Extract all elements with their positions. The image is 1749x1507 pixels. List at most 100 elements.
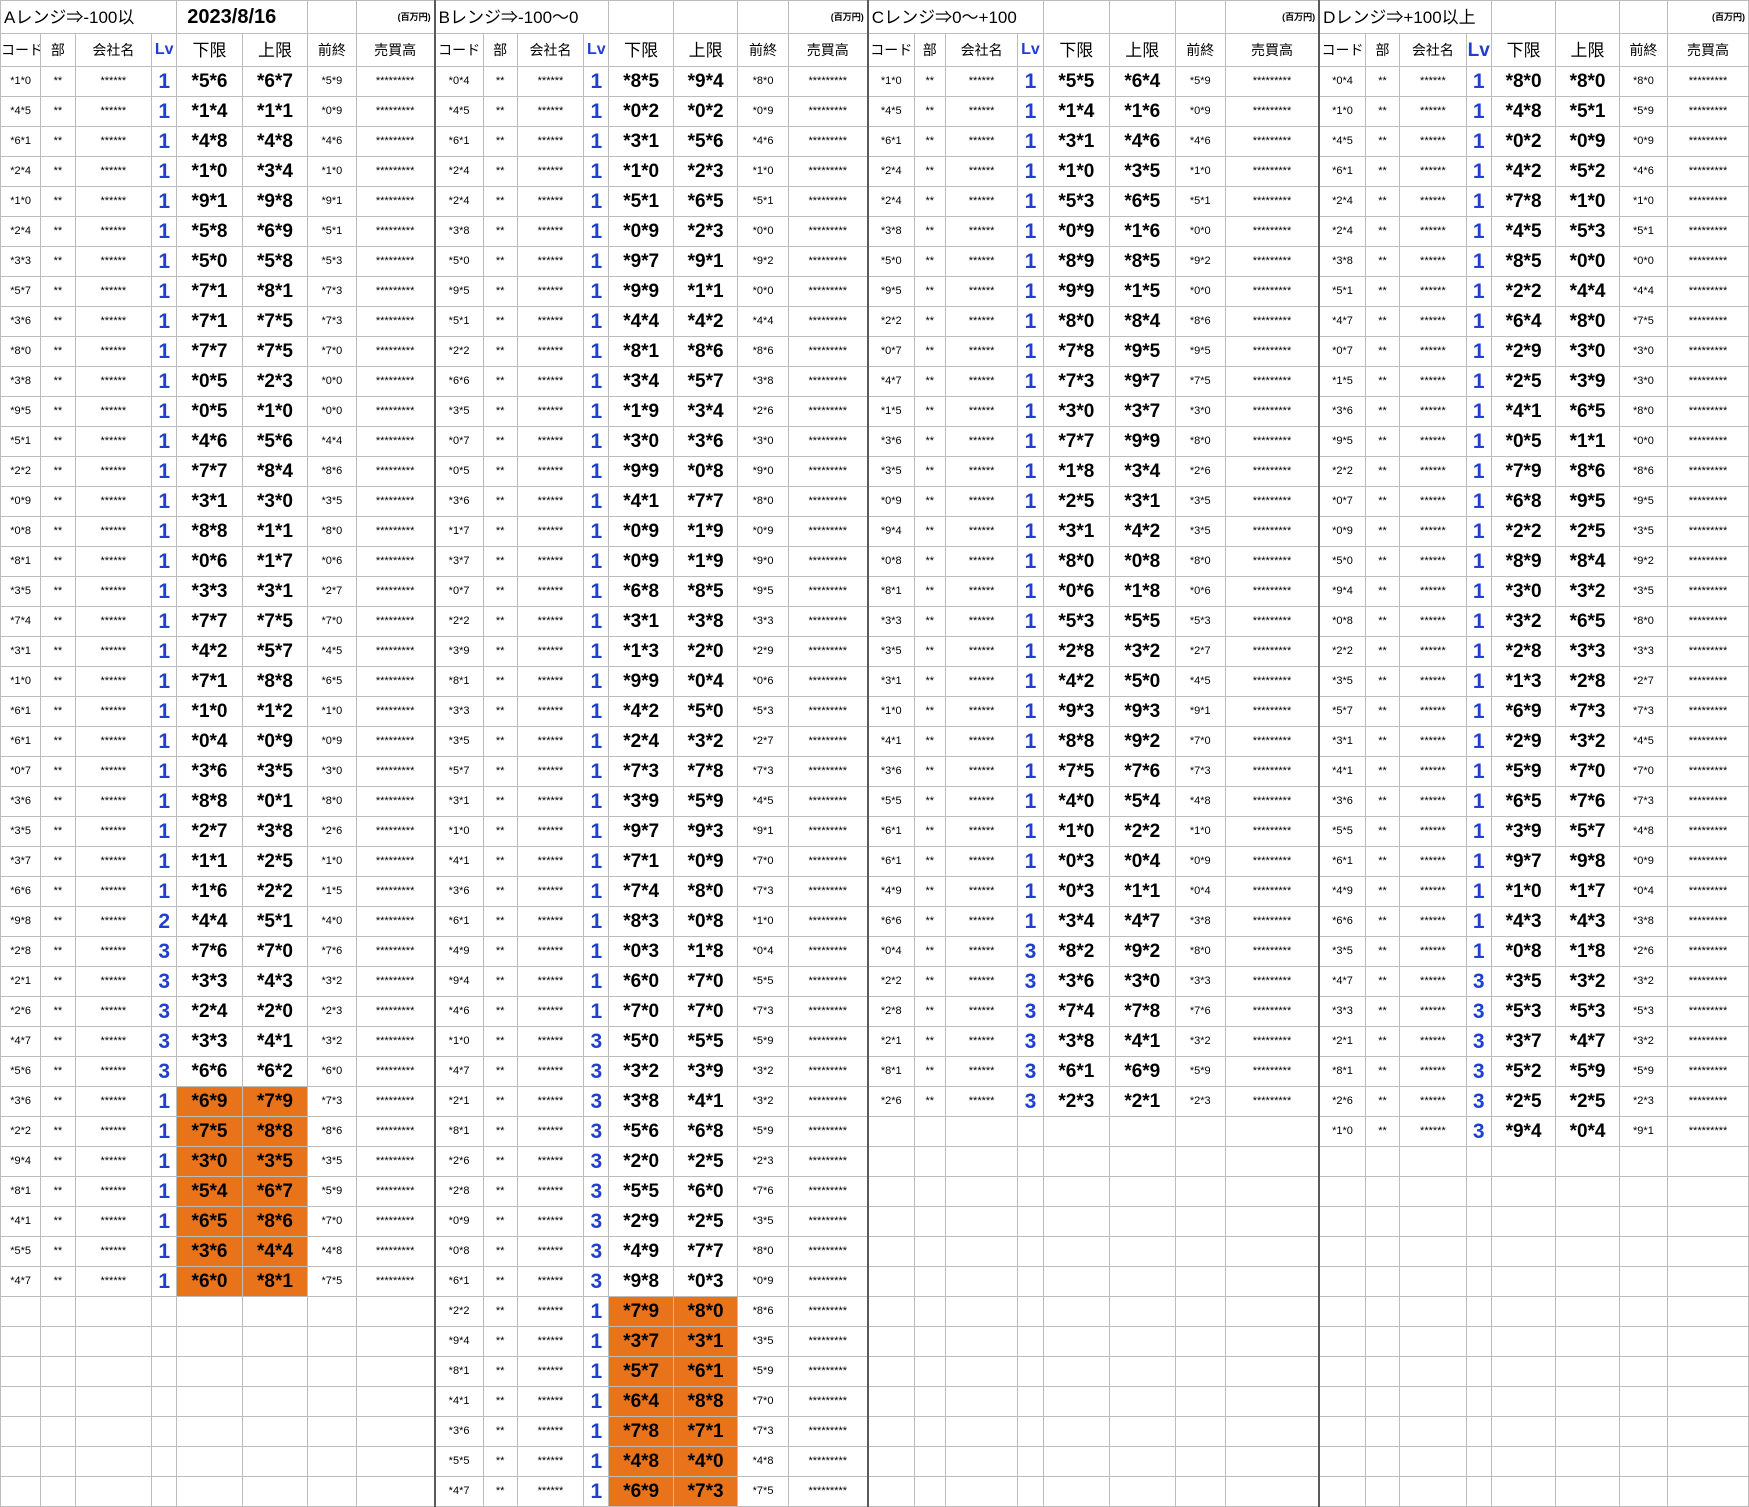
prev-close-cell[interactable]: *3*2: [737, 1056, 789, 1087]
prev-close-cell[interactable]: *7*5: [737, 1476, 789, 1507]
code-cell[interactable]: *9*5: [866, 276, 915, 307]
header-lower[interactable]: 下限: [1042, 33, 1111, 67]
prev-close-cell[interactable]: *8*0: [1618, 606, 1669, 637]
upper-limit-cell[interactable]: *4*1: [1109, 1026, 1176, 1057]
bu-cell[interactable]: **: [40, 186, 76, 217]
empty-cell[interactable]: [1399, 1416, 1467, 1447]
volume-cell[interactable]: *********: [787, 1386, 869, 1417]
lv-cell[interactable]: 1: [583, 1386, 610, 1417]
prev-close-cell[interactable]: *3*0: [1618, 366, 1669, 397]
lv-cell[interactable]: 1: [151, 726, 178, 757]
prev-close-cell[interactable]: *7*3: [1618, 786, 1669, 817]
empty-cell[interactable]: [1318, 1236, 1366, 1267]
lower-limit-cell[interactable]: *0*6: [176, 546, 243, 577]
empty-cell[interactable]: [1109, 1266, 1176, 1297]
company-name-cell[interactable]: ******: [516, 186, 585, 217]
unit-label[interactable]: (百万円): [1667, 0, 1749, 34]
prev-close-cell[interactable]: *7*0: [737, 846, 789, 877]
code-cell[interactable]: *3*3: [866, 606, 915, 637]
lv-cell[interactable]: 1: [151, 1206, 178, 1237]
upper-limit-cell[interactable]: *8*5: [1109, 246, 1176, 277]
upper-limit-cell[interactable]: *5*5: [1109, 606, 1176, 637]
upper-limit-cell[interactable]: *9*5: [1555, 486, 1620, 517]
bu-cell[interactable]: **: [913, 246, 946, 277]
code-cell[interactable]: *3*5: [1318, 936, 1366, 967]
volume-cell[interactable]: *********: [1224, 66, 1320, 97]
lv-cell[interactable]: 1: [1017, 606, 1044, 637]
bu-cell[interactable]: **: [40, 126, 76, 157]
empty-cell[interactable]: [944, 1116, 1019, 1147]
empty-cell[interactable]: [1224, 1386, 1320, 1417]
empty-cell[interactable]: [1490, 1296, 1557, 1327]
lv-cell[interactable]: 3: [583, 1236, 610, 1267]
prev-close-cell[interactable]: *4*5: [737, 786, 789, 817]
code-cell[interactable]: *5*1: [1318, 276, 1366, 307]
lower-limit-cell[interactable]: *2*7: [176, 816, 243, 847]
code-cell[interactable]: *3*6: [866, 426, 915, 457]
bu-cell[interactable]: **: [482, 216, 518, 247]
company-name-cell[interactable]: ******: [944, 456, 1019, 487]
bu-cell[interactable]: **: [482, 336, 518, 367]
company-name-cell[interactable]: ******: [74, 246, 153, 277]
volume-cell[interactable]: *********: [355, 276, 436, 307]
date-cell[interactable]: 2023/8/16: [176, 0, 309, 34]
empty-cell[interactable]: [1042, 1206, 1111, 1237]
lv-cell[interactable]: 1: [583, 96, 610, 127]
empty-cell[interactable]: [1364, 1176, 1401, 1207]
volume-cell[interactable]: *********: [1667, 876, 1749, 907]
upper-limit-cell[interactable]: *4*8: [241, 126, 309, 157]
prev-close-cell[interactable]: *7*0: [307, 336, 357, 367]
prev-close-cell[interactable]: *8*0: [737, 486, 789, 517]
volume-cell[interactable]: *********: [1667, 546, 1749, 577]
company-name-cell[interactable]: ******: [74, 126, 153, 157]
empty-cell[interactable]: [1399, 1476, 1467, 1507]
company-name-cell[interactable]: ******: [1399, 846, 1467, 877]
code-cell[interactable]: *4*7: [0, 1266, 42, 1297]
lower-limit-cell[interactable]: *7*5: [176, 1116, 243, 1147]
code-cell[interactable]: *2*2: [1318, 636, 1366, 667]
bu-cell[interactable]: **: [1364, 216, 1401, 247]
company-name-cell[interactable]: ******: [516, 456, 585, 487]
code-cell[interactable]: *5*7: [0, 276, 42, 307]
empty-cell[interactable]: [1017, 1266, 1044, 1297]
bu-cell[interactable]: **: [482, 1326, 518, 1357]
empty-cell[interactable]: [1318, 1386, 1366, 1417]
lv-cell[interactable]: 1: [1465, 66, 1492, 97]
lv-cell[interactable]: 1: [1465, 786, 1492, 817]
volume-cell[interactable]: *********: [1667, 126, 1749, 157]
code-cell[interactable]: *9*4: [433, 1326, 484, 1357]
lv-cell[interactable]: 1: [151, 276, 178, 307]
prev-close-cell[interactable]: *2*7: [1618, 666, 1669, 697]
prev-close-cell[interactable]: *0*6: [1174, 576, 1226, 607]
lower-limit-cell[interactable]: *1*3: [608, 636, 674, 667]
empty-cell[interactable]: [1109, 1476, 1176, 1507]
lv-cell[interactable]: 1: [151, 1146, 178, 1177]
code-cell[interactable]: *6*6: [0, 876, 42, 907]
bu-cell[interactable]: **: [40, 1026, 76, 1057]
upper-limit-cell[interactable]: *2*8: [1555, 666, 1620, 697]
code-cell[interactable]: *1*0: [0, 66, 42, 97]
upper-limit-cell[interactable]: *1*7: [241, 546, 309, 577]
bu-cell[interactable]: **: [913, 126, 946, 157]
empty-cell[interactable]: [40, 1296, 76, 1327]
lv-cell[interactable]: 1: [583, 1476, 610, 1507]
volume-cell[interactable]: *********: [787, 1446, 869, 1477]
company-name-cell[interactable]: ******: [944, 996, 1019, 1027]
lv-cell[interactable]: 1: [583, 516, 610, 547]
upper-limit-cell[interactable]: *1*6: [1109, 96, 1176, 127]
prev-close-cell[interactable]: *4*6: [1618, 156, 1669, 187]
upper-limit-cell[interactable]: *1*1: [1109, 876, 1176, 907]
bu-cell[interactable]: **: [1364, 486, 1401, 517]
prev-close-cell[interactable]: *3*5: [307, 1146, 357, 1177]
empty-cell[interactable]: [1109, 1386, 1176, 1417]
empty-cell[interactable]: [1399, 1176, 1467, 1207]
lower-limit-cell[interactable]: *3*2: [1490, 606, 1557, 637]
empty-cell[interactable]: [307, 1386, 357, 1417]
empty-cell[interactable]: [1224, 1176, 1320, 1207]
volume-cell[interactable]: *********: [787, 336, 869, 367]
bu-cell[interactable]: **: [913, 906, 946, 937]
company-name-cell[interactable]: ******: [944, 186, 1019, 217]
empty-cell[interactable]: [913, 1116, 946, 1147]
company-name-cell[interactable]: ******: [516, 306, 585, 337]
upper-limit-cell[interactable]: *8*6: [1555, 456, 1620, 487]
